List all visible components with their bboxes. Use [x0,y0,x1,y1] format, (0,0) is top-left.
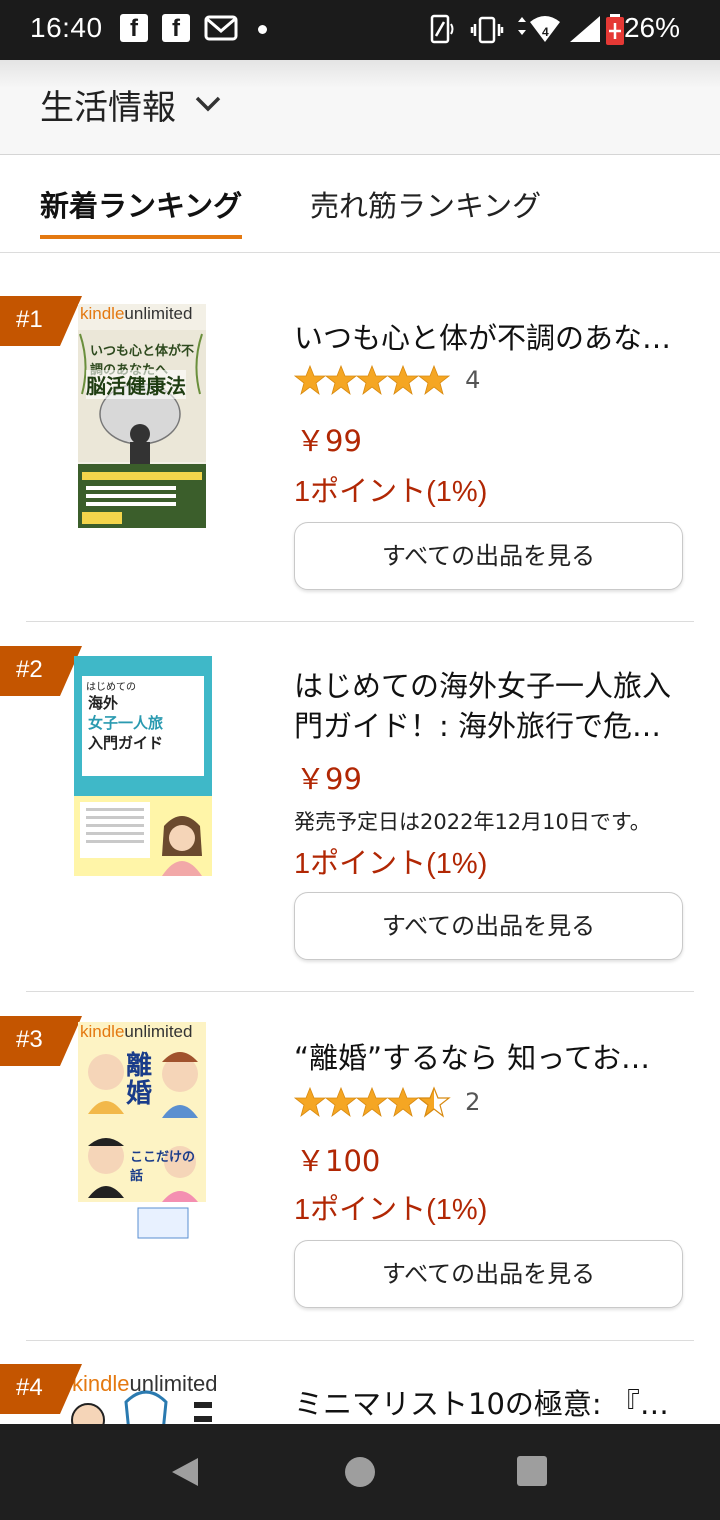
item-price: ￥100 [296,1144,381,1178]
rank-badge: #4 [0,1364,82,1414]
cover-subtitle: ここだけの話 [130,1150,196,1184]
item-divider [26,991,694,992]
see-all-offers-button[interactable]: すべての出品を見る [294,522,683,590]
svg-text:4: 4 [542,25,549,39]
rating-count: 4 [465,366,481,394]
ranking-tabs: 新着ランキング 売れ筋ランキング [0,155,720,253]
item-divider [26,621,694,622]
book-cover[interactable]: はじめての 海外 女子一人旅 入門ガイド [74,656,212,876]
item-divider [26,1340,694,1341]
signal-icon [570,16,600,42]
facebook-icon: f [162,14,190,42]
back-icon[interactable] [168,1454,202,1490]
category-header[interactable]: 生活情報 [0,60,720,155]
book-cover[interactable]: kindleunlimited [66,1372,216,1424]
star-icons [294,365,450,395]
kindle-unlimited-logo: kindleunlimited [72,1372,216,1396]
kindle-unlimited-logo: kindleunlimited [80,1022,193,1041]
see-all-offers-button[interactable]: すべての出品を見る [294,892,683,960]
item-title[interactable]: いつも心と体が不調のあな… [294,318,694,358]
notification-dot [258,25,267,34]
active-tab-indicator [40,235,243,239]
nfc-icon [430,14,454,44]
rank-number: #2 [16,656,43,683]
rank-number: #1 [16,306,43,333]
cover-title-line1: 海外 [88,694,119,712]
tab-bestseller-ranking[interactable]: 売れ筋ランキング [310,183,541,225]
tab-label: 売れ筋ランキング [310,189,542,223]
rank-number: #3 [16,1026,43,1053]
star-icons [294,1087,450,1117]
item-title[interactable]: “離婚”するなら 知ってお… [294,1038,694,1078]
vibrate-icon [470,16,504,44]
cover-title: 離婚 [126,1051,153,1109]
rating-count: 2 [465,1088,481,1116]
rank-badge: #1 [0,296,82,346]
release-date-note: 発売予定日は2022年12月10日です。 [294,810,651,834]
category-title[interactable]: 生活情報 [40,80,176,129]
rank-badge: #3 [0,1016,82,1066]
list-item[interactable]: kindleunlimited #4 ミニマリスト10の極意: 『… [0,1364,720,1424]
see-all-offers-button[interactable]: すべての出品を見る [294,1240,683,1308]
star-rating[interactable]: 2 [294,1086,480,1122]
rank-badge: #2 [0,646,82,696]
star-rating[interactable]: 4 [294,364,480,400]
item-points: 1ポイント(1%) [294,848,488,880]
status-time: 16:40 [30,12,103,43]
home-icon[interactable] [342,1454,378,1490]
item-title[interactable]: ミニマリスト10の極意: 『… [294,1384,694,1424]
system-nav-bar [0,1424,720,1520]
tab-label: 新着ランキング [40,189,243,223]
cover-title-line3: 入門ガイド [88,734,164,752]
cover-title: 脳活健康法 [86,370,186,399]
tab-new-ranking[interactable]: 新着ランキング [40,183,243,239]
item-title[interactable]: はじめての海外女子一人旅入門ガイド！: 海外旅行で危… [294,666,694,746]
book-cover[interactable]: kindleunlimited いつも心と体が不調のあなたへ 脳活健康法 [78,304,206,528]
cover-label: はじめての [86,682,136,693]
item-points: 1ポイント(1%) [294,1194,488,1226]
cover-title-line2: 女子一人旅 [88,714,164,732]
item-points: 1ポイント(1%) [294,476,488,508]
wifi-icon: 4 [518,16,560,42]
item-price: ￥99 [296,762,362,796]
battery-percent: 26% [623,12,680,43]
book-cover[interactable]: kindleunlimited 離婚 ここだけの話 [78,1022,206,1248]
recents-icon[interactable] [516,1454,548,1488]
status-bar: 16:40 f f 4 26% [0,0,720,60]
rank-number: #4 [16,1374,43,1401]
kindle-unlimited-logo: kindleunlimited [80,304,193,323]
facebook-icon: f [120,14,148,42]
chevron-down-icon[interactable] [194,94,222,114]
gmail-icon [204,15,238,41]
battery-icon [606,14,624,45]
item-price: ￥99 [296,424,362,458]
